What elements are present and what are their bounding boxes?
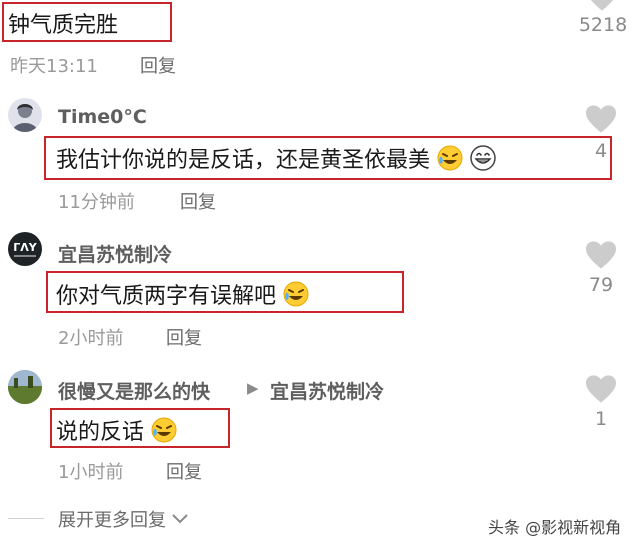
reply-button[interactable]: 回复 [166,324,202,350]
chevron-down-icon [172,514,188,524]
heart-icon[interactable] [585,0,619,12]
username[interactable]: 宜昌苏悦制冷 [58,240,172,267]
heart-icon[interactable] [584,240,618,270]
grinning-emoji-icon [470,145,496,171]
like-count: 79 [588,274,614,296]
reply-text-content: 你对气质两字有误解吧 [56,284,277,309]
avatar[interactable]: ΓΛY [8,232,42,266]
like-count: 1 [594,408,608,430]
crying-laughing-emoji-icon [437,145,463,171]
username[interactable]: Time0°C [58,106,147,128]
heart-icon[interactable] [584,374,618,404]
reply-button[interactable]: 回复 [180,188,216,214]
like-count: 4 [594,140,608,162]
reply-text: 说的反话 [56,414,177,446]
heart-icon[interactable] [584,104,618,134]
reply-button[interactable]: 回复 [166,458,202,484]
svg-text:ΓΛY: ΓΛY [13,241,38,254]
reply-text-content: 我估计你说的是反话，还是黄圣依最美 [56,148,431,173]
comment-time: 昨天13:11 [10,56,98,77]
username[interactable]: 很慢又是那么的快 [58,377,210,404]
comment-text: 钟气质完胜 [8,13,119,38]
reply-text: 我估计你说的是反话，还是黄圣依最美 [56,142,496,174]
expand-more-label: 展开更多回复 [58,510,166,531]
avatar-portrait-icon [12,104,38,132]
avatar[interactable] [8,370,42,404]
reply-time: 11分钟前 [58,192,135,213]
avatar-landscape-icon [8,370,42,404]
crying-laughing-emoji-icon [151,417,177,443]
reply-time: 2小时前 [58,328,124,349]
reply-text: 你对气质两字有误解吧 [56,278,309,310]
watermark: 头条 @影视新视角 [488,518,622,537]
avatar[interactable] [8,98,42,132]
expand-more-replies[interactable]: 展开更多回复 [58,506,189,532]
reply-to-username[interactable]: 宜昌苏悦制冷 [270,377,384,404]
avatar-logo-icon: ΓΛY [13,241,38,257]
reply-time: 1小时前 [58,462,124,483]
divider [8,518,44,519]
crying-laughing-emoji-icon [283,281,309,307]
reply-to-arrow-icon: ▶ [247,379,259,397]
reply-text-content: 说的反话 [56,420,145,445]
reply-button[interactable]: 回复 [140,52,176,78]
like-count: 5218 [578,14,628,36]
